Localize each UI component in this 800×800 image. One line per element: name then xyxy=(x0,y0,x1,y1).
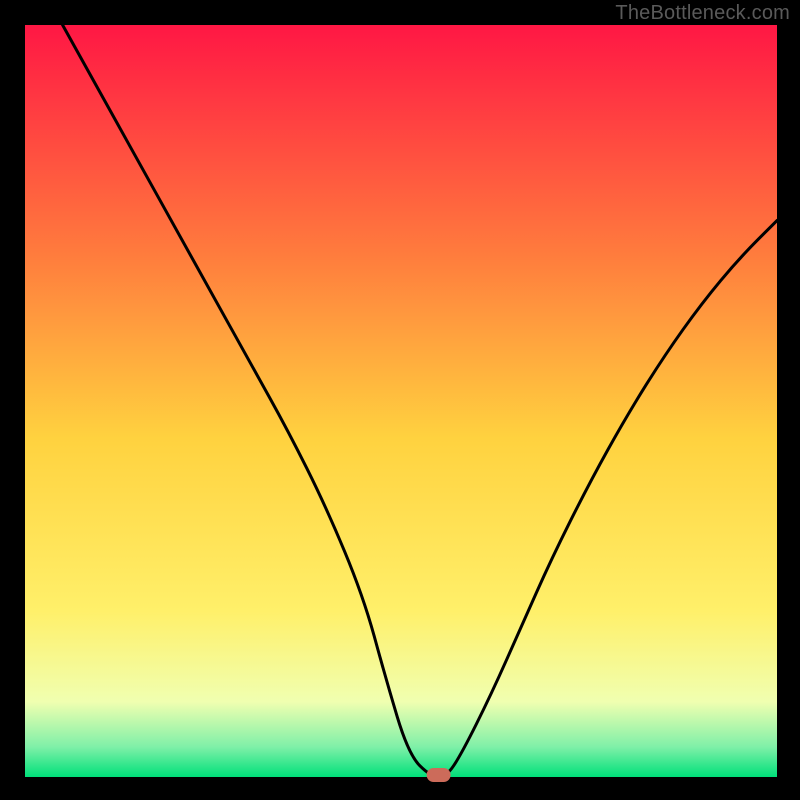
chart-svg xyxy=(0,0,800,800)
chart-frame: TheBottleneck.com xyxy=(0,0,800,800)
marker-point xyxy=(427,768,451,782)
plot-background xyxy=(25,25,777,777)
watermark-text: TheBottleneck.com xyxy=(615,2,790,25)
